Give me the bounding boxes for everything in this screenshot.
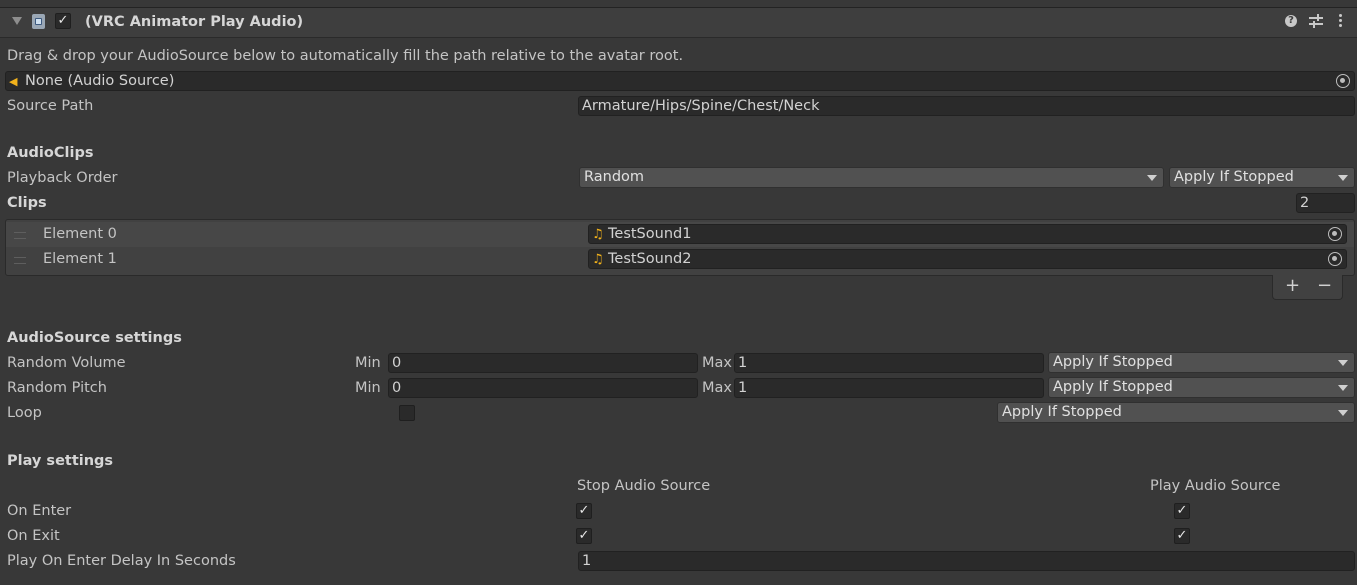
drag-handle-icon[interactable] bbox=[14, 257, 26, 264]
clip-object-field[interactable]: ♫ TestSound2 bbox=[588, 249, 1347, 269]
kebab-menu-icon[interactable] bbox=[1339, 14, 1342, 28]
list-item[interactable]: Element 0 ♫ TestSound1 bbox=[6, 222, 1354, 247]
clip-value: TestSound2 bbox=[608, 251, 692, 267]
loop-label: Loop bbox=[7, 405, 42, 421]
play-settings-heading: Play settings bbox=[7, 453, 114, 469]
list-footer: + − bbox=[1272, 275, 1343, 300]
audio-source-value: None (Audio Source) bbox=[25, 73, 175, 89]
on-exit-play-checkbox[interactable]: ✓ bbox=[1174, 528, 1190, 544]
clips-count-input[interactable]: 2 bbox=[1296, 193, 1355, 213]
volume-max-input[interactable]: 1 bbox=[734, 353, 1044, 373]
pitch-min-label: Min bbox=[355, 380, 381, 396]
playback-order-label: Playback Order bbox=[7, 170, 118, 186]
audiosource-settings-heading: AudioSource settings bbox=[7, 330, 182, 346]
on-enter-play-checkbox[interactable]: ✓ bbox=[1174, 503, 1190, 519]
stop-audio-source-column: Stop Audio Source bbox=[577, 478, 711, 494]
object-picker-icon[interactable] bbox=[1328, 227, 1342, 241]
speaker-icon: ◀ bbox=[9, 75, 18, 88]
drag-handle-icon[interactable] bbox=[14, 232, 26, 239]
loop-checkbox[interactable] bbox=[399, 405, 415, 421]
volume-apply-dropdown[interactable]: Apply If Stopped bbox=[1048, 352, 1355, 373]
play-audio-source-column: Play Audio Source bbox=[1150, 478, 1281, 494]
source-path-label: Source Path bbox=[7, 98, 94, 114]
source-path-input[interactable]: Armature/Hips/Spine/Chest/Neck bbox=[578, 96, 1355, 116]
volume-min-input[interactable]: 0 bbox=[388, 353, 698, 373]
preset-sliders-icon[interactable] bbox=[1309, 14, 1323, 28]
loop-apply-value: Apply If Stopped bbox=[1002, 404, 1122, 420]
help-icon[interactable]: ? bbox=[1285, 15, 1297, 27]
audio-clip-icon: ♫ bbox=[592, 227, 604, 242]
remove-element-button[interactable]: − bbox=[1317, 276, 1332, 296]
volume-apply-value: Apply If Stopped bbox=[1053, 354, 1173, 370]
component-title: (VRC Animator Play Audio) bbox=[85, 14, 304, 30]
chevron-down-icon bbox=[1338, 385, 1348, 391]
pitch-min-input[interactable]: 0 bbox=[388, 378, 698, 398]
random-volume-label: Random Volume bbox=[7, 355, 126, 371]
delay-label: Play On Enter Delay In Seconds bbox=[7, 553, 236, 569]
on-enter-label: On Enter bbox=[7, 503, 72, 519]
clip-object-field[interactable]: ♫ TestSound1 bbox=[588, 224, 1347, 244]
audioclips-heading: AudioClips bbox=[7, 145, 94, 161]
chevron-down-icon bbox=[1338, 410, 1348, 416]
add-element-button[interactable]: + bbox=[1285, 276, 1300, 296]
component-header[interactable]: ✓ (VRC Animator Play Audio) ? bbox=[0, 7, 1357, 38]
volume-min-label: Min bbox=[355, 355, 381, 371]
chevron-down-icon bbox=[1338, 175, 1348, 181]
object-picker-icon[interactable] bbox=[1336, 74, 1350, 88]
clips-list: Element 0 ♫ TestSound1 Element 1 ♫ TestSou… bbox=[5, 219, 1355, 276]
script-file-icon bbox=[32, 14, 45, 29]
on-enter-stop-checkbox[interactable]: ✓ bbox=[576, 503, 592, 519]
element-label: Element 0 bbox=[43, 226, 117, 242]
pitch-max-label: Max bbox=[702, 380, 732, 396]
delay-input[interactable]: 1 bbox=[578, 551, 1355, 571]
list-item[interactable]: Element 1 ♫ TestSound2 bbox=[6, 247, 1354, 272]
volume-max-label: Max bbox=[702, 355, 732, 371]
object-picker-icon[interactable] bbox=[1328, 252, 1342, 266]
element-label: Element 1 bbox=[43, 251, 117, 267]
pitch-apply-dropdown[interactable]: Apply If Stopped bbox=[1048, 377, 1355, 398]
playback-apply-dropdown[interactable]: Apply If Stopped bbox=[1169, 167, 1355, 188]
on-exit-label: On Exit bbox=[7, 528, 60, 544]
playback-order-dropdown[interactable]: Random bbox=[579, 167, 1164, 188]
triangle-down-icon[interactable] bbox=[12, 17, 22, 25]
clips-label: Clips bbox=[7, 195, 47, 211]
chevron-down-icon bbox=[1338, 360, 1348, 366]
playback-apply-value: Apply If Stopped bbox=[1174, 169, 1294, 185]
clip-value: TestSound1 bbox=[608, 226, 692, 242]
random-pitch-label: Random Pitch bbox=[7, 380, 107, 396]
component-enabled-checkbox[interactable]: ✓ bbox=[55, 13, 71, 29]
drag-drop-hint: Drag & drop your AudioSource below to au… bbox=[7, 48, 684, 64]
chevron-down-icon bbox=[1147, 175, 1157, 181]
loop-apply-dropdown[interactable]: Apply If Stopped bbox=[997, 402, 1355, 423]
audio-source-object-field[interactable]: ◀ None (Audio Source) bbox=[5, 71, 1355, 91]
playback-order-value: Random bbox=[584, 169, 645, 185]
on-exit-stop-checkbox[interactable]: ✓ bbox=[576, 528, 592, 544]
audio-clip-icon: ♫ bbox=[592, 252, 604, 267]
pitch-apply-value: Apply If Stopped bbox=[1053, 379, 1173, 395]
pitch-max-input[interactable]: 1 bbox=[734, 378, 1044, 398]
